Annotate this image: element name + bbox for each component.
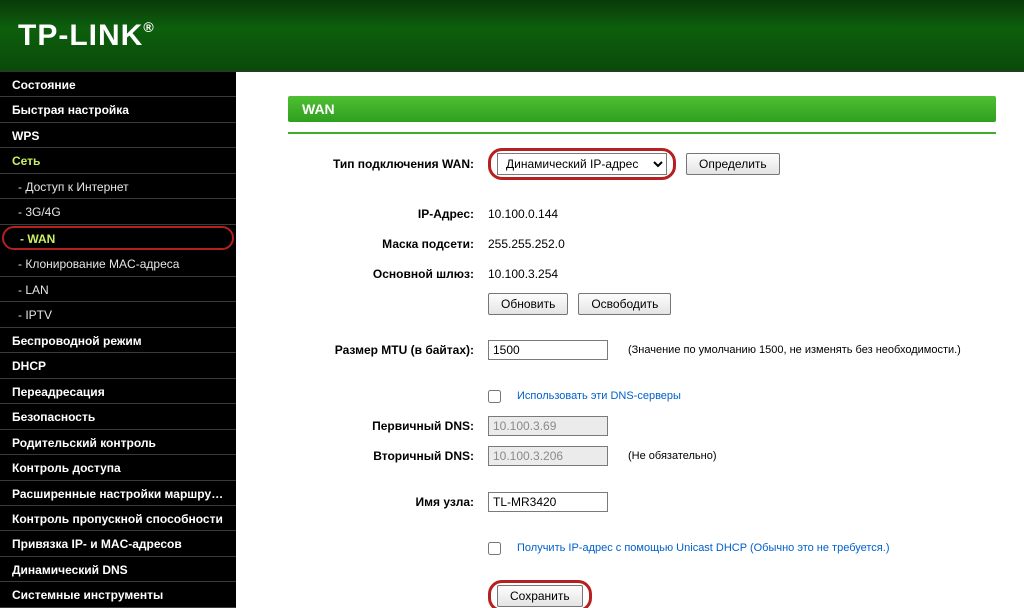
- sidebar-nav: Состояние Быстрая настройка WPS Сеть - Д…: [0, 72, 236, 608]
- row-unicast: Получить IP-адрес с помощью Unicast DHCP…: [288, 536, 996, 560]
- label-dns2: Вторичный DNS:: [288, 449, 488, 463]
- detect-button[interactable]: Определить: [686, 153, 780, 175]
- sidebar-item-parental[interactable]: Родительский контроль: [0, 430, 236, 455]
- sidebar-item-wps[interactable]: WPS: [0, 123, 236, 148]
- sidebar-item-network[interactable]: Сеть: [0, 148, 236, 173]
- app-header: TP-LINK®: [0, 0, 1024, 72]
- sidebar-item-wan[interactable]: - WAN: [2, 226, 234, 250]
- sidebar-item-systools[interactable]: Системные инструменты: [0, 582, 236, 607]
- row-mtu: Размер MTU (в байтах): (Значение по умол…: [288, 338, 996, 362]
- dns1-input: [488, 416, 608, 436]
- label-conn-type: Тип подключения WAN:: [288, 157, 488, 171]
- label-mtu: Размер MTU (в байтах):: [288, 343, 488, 357]
- row-gw: Основной шлюз: 10.100.3.254: [288, 262, 996, 286]
- mtu-input[interactable]: [488, 340, 608, 360]
- value-mask: 255.255.252.0: [488, 237, 565, 251]
- host-input[interactable]: [488, 492, 608, 512]
- renew-button[interactable]: Обновить: [488, 293, 568, 315]
- label-ip: IP-Адрес:: [288, 207, 488, 221]
- label-host: Имя узла:: [288, 495, 488, 509]
- row-dns2: Вторичный DNS: (Не обязательно): [288, 444, 996, 468]
- sidebar-item-security[interactable]: Безопасность: [0, 404, 236, 429]
- sidebar-item-dhcp[interactable]: DHCP: [0, 353, 236, 378]
- use-dns-checkbox[interactable]: [488, 390, 501, 403]
- sidebar-item-access[interactable]: Контроль доступа: [0, 455, 236, 480]
- sidebar-item-macclone[interactable]: - Клонирование MAC-адреса: [0, 251, 236, 276]
- page-title: WAN: [288, 96, 996, 122]
- sidebar-item-internet[interactable]: - Доступ к Интернет: [0, 174, 236, 199]
- value-ip: 10.100.0.144: [488, 207, 558, 221]
- sidebar-item-lan[interactable]: - LAN: [0, 277, 236, 302]
- use-dns-label[interactable]: Использовать эти DNS-серверы: [517, 390, 681, 402]
- label-dns1: Первичный DNS:: [288, 419, 488, 433]
- note-dns2: (Не обязательно): [628, 450, 717, 462]
- divider: [288, 132, 996, 134]
- row-dns1: Первичный DNS:: [288, 414, 996, 438]
- row-use-dns: Использовать эти DNS-серверы: [288, 384, 996, 408]
- sidebar-item-status[interactable]: Состояние: [0, 72, 236, 97]
- sidebar-item-quicksetup[interactable]: Быстрая настройка: [0, 97, 236, 122]
- content-area: WAN Тип подключения WAN: Динамический IP…: [236, 72, 1024, 608]
- highlight-save: Сохранить: [488, 580, 592, 608]
- brand-logo: TP-LINK®: [18, 19, 155, 53]
- row-conn-type: Тип подключения WAN: Динамический IP-адр…: [288, 148, 996, 180]
- row-mask: Маска подсети: 255.255.252.0: [288, 232, 996, 256]
- sidebar-item-ddns[interactable]: Динамический DNS: [0, 557, 236, 582]
- dns2-input: [488, 446, 608, 466]
- sidebar-item-iptv[interactable]: - IPTV: [0, 302, 236, 327]
- sidebar-item-bandwidth[interactable]: Контроль пропускной способности: [0, 506, 236, 531]
- highlight-conn-type: Динамический IP-адрес: [488, 148, 676, 180]
- sidebar-item-3g4g[interactable]: - 3G/4G: [0, 199, 236, 224]
- sidebar-item-wireless[interactable]: Беспроводной режим: [0, 328, 236, 353]
- save-button[interactable]: Сохранить: [497, 585, 583, 607]
- note-mtu: (Значение по умолчанию 1500, не изменять…: [628, 344, 961, 356]
- row-renew-release: Обновить Освободить: [288, 292, 996, 316]
- row-ip: IP-Адрес: 10.100.0.144: [288, 202, 996, 226]
- label-mask: Маска подсети:: [288, 237, 488, 251]
- conn-type-select[interactable]: Динамический IP-адрес: [497, 153, 667, 175]
- sidebar-item-routing[interactable]: Расширенные настройки маршрутизации: [0, 481, 236, 506]
- label-gw: Основной шлюз:: [288, 267, 488, 281]
- row-save: Сохранить: [288, 580, 996, 608]
- unicast-label[interactable]: Получить IP-адрес с помощью Unicast DHCP…: [517, 542, 890, 554]
- unicast-checkbox[interactable]: [488, 542, 501, 555]
- value-gw: 10.100.3.254: [488, 267, 558, 281]
- main-container: Состояние Быстрая настройка WPS Сеть - Д…: [0, 72, 1024, 608]
- row-host: Имя узла:: [288, 490, 996, 514]
- release-button[interactable]: Освободить: [578, 293, 671, 315]
- sidebar-item-forwarding[interactable]: Переадресация: [0, 379, 236, 404]
- sidebar-item-ipmac[interactable]: Привязка IP- и MAC-адресов: [0, 531, 236, 556]
